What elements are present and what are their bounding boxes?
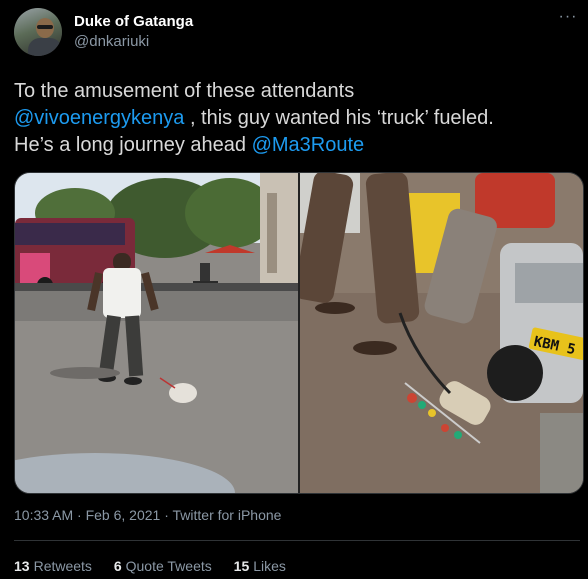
quote-tweets-count: 6 [113, 558, 122, 574]
quote-tweets-label: Quote Tweets [125, 558, 212, 574]
photo-fueling-scene-graphic: KBM 5 [300, 173, 583, 493]
divider [14, 540, 580, 541]
tweet-line-2: @vivoenergykenya , this guy wanted his ‘… [14, 105, 579, 132]
photo-street-scene[interactable] [15, 173, 298, 493]
more-horizontal-icon[interactable]: ··· [556, 9, 580, 30]
likes-label: Likes [253, 558, 286, 574]
retweets-stat[interactable]: 13 Retweets [14, 558, 92, 574]
tweet-timestamp[interactable]: 10:33 AM · Feb 6, 2021 · Twitter for iPh… [14, 507, 281, 523]
mention-vivoenergykenya-link[interactable]: @vivoenergykenya [14, 107, 184, 129]
tweet-line-3: He’s a long journey ahead @Ma3Route [14, 132, 579, 159]
avatar-glasses [37, 25, 53, 29]
retweets-label: Retweets [33, 558, 92, 574]
tweet-line-1: To the amusement of these attendants [14, 78, 579, 105]
photo-fueling-scene[interactable]: KBM 5 [300, 173, 583, 493]
tweet-media: KBM 5 [14, 172, 584, 494]
author-handle[interactable]: @dnkariuki [74, 33, 149, 50]
author-name[interactable]: Duke of Gatanga [74, 13, 193, 30]
likes-stat[interactable]: 15 Likes [234, 558, 286, 574]
mention-ma3route-link[interactable]: @Ma3Route [252, 134, 365, 156]
tweet-line-2-text: , this guy wanted his ‘truck’ fueled. [184, 107, 494, 129]
tweet-line-3-text: He’s a long journey ahead [14, 134, 252, 156]
quote-tweets-stat[interactable]: 6 Quote Tweets [114, 558, 212, 574]
retweets-count: 13 [14, 558, 30, 574]
avatar-body [28, 38, 62, 56]
tweet-stats: 13 Retweets 6 Quote Tweets 15 Likes [14, 558, 304, 574]
tweet-text: To the amusement of these attendants @vi… [14, 78, 579, 159]
tweet-line-1-text: To the amusement of these attendants [14, 80, 355, 102]
photo-street-scene-graphic [15, 173, 298, 493]
avatar[interactable] [14, 8, 62, 56]
likes-count: 15 [233, 558, 250, 574]
